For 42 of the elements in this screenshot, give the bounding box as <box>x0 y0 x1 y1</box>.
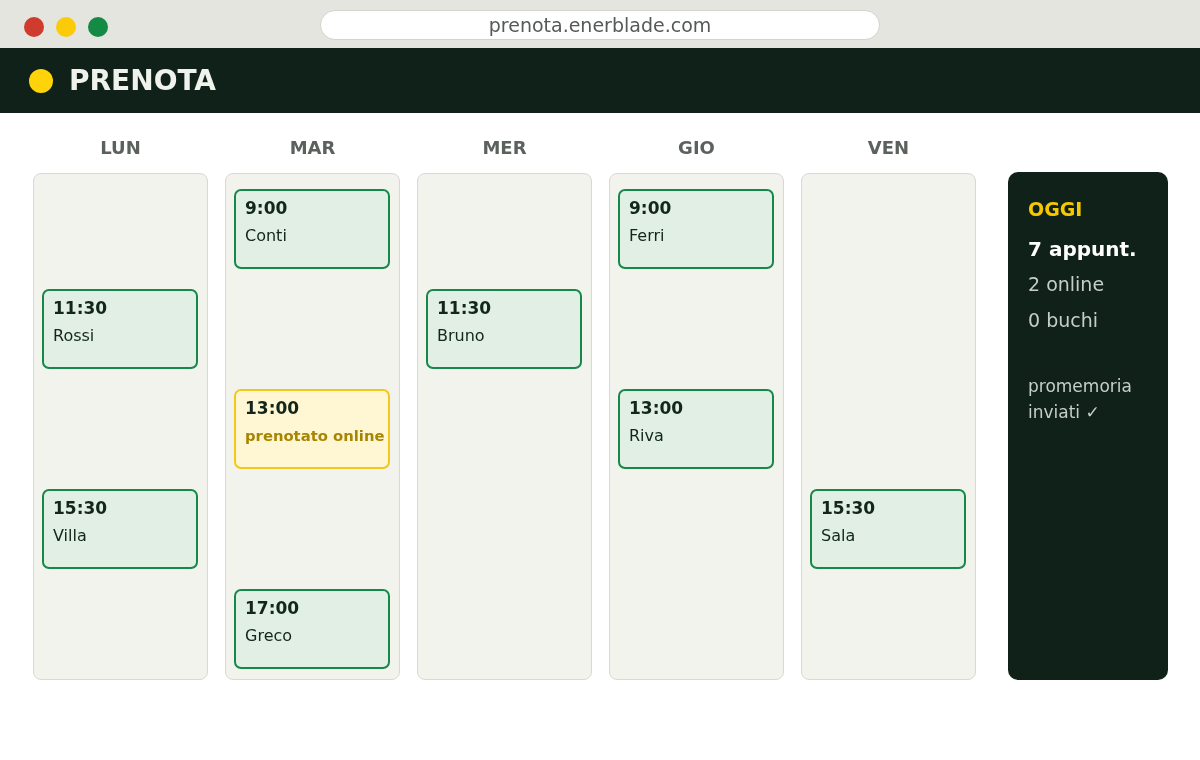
appointment-count: 7 appunt. <box>1028 237 1138 261</box>
appointment-card[interactable]: 11:30 Bruno <box>426 289 582 369</box>
appointment-card[interactable]: 11:30 Rossi <box>42 289 198 369</box>
appointment-time: 15:30 <box>53 498 108 518</box>
day-label: MAR <box>288 136 337 160</box>
day-label: GIO <box>677 136 716 160</box>
appointment-card[interactable]: 13:00 prenotato online <box>234 389 390 469</box>
appointment-time: 11:30 <box>437 298 492 318</box>
appointment-time: 17:00 <box>245 598 300 618</box>
appointment-card[interactable]: 9:00 Conti <box>234 189 390 269</box>
window-close-icon[interactable] <box>24 17 44 37</box>
appointment-time: 15:30 <box>821 498 876 518</box>
appointment-name: Villa <box>53 526 87 546</box>
appointment-name: Ferri <box>629 226 665 246</box>
appointment-name: Greco <box>245 626 293 646</box>
day-label: LUN <box>99 136 142 160</box>
window-maximize-icon[interactable] <box>88 17 108 37</box>
appointment-card[interactable]: 9:00 Ferri <box>618 189 774 269</box>
appointment-card[interactable]: 17:00 Greco <box>234 589 390 669</box>
appointment-card[interactable]: 13:00 Riva <box>618 389 774 469</box>
appointment-name: Sala <box>821 526 856 546</box>
summary-title: OGGI <box>1028 197 1084 221</box>
appointment-time: 13:00 <box>245 398 300 418</box>
gap-count: 0 buchi <box>1028 308 1099 332</box>
day-label: MER <box>481 136 528 160</box>
online-booking-label: prenotato online <box>245 426 385 446</box>
logo-dot-icon <box>29 68 53 93</box>
online-count: 2 online <box>1028 272 1106 296</box>
appointment-name: Conti <box>245 226 287 246</box>
appointment-time: 13:00 <box>629 398 684 418</box>
appointment-time: 11:30 <box>53 298 108 318</box>
appointment-card[interactable]: 15:30 Villa <box>42 489 198 569</box>
appointment-name: Rossi <box>53 326 95 346</box>
appointment-card[interactable]: 15:30 Sala <box>810 489 966 569</box>
appointment-time: 9:00 <box>245 198 288 218</box>
app-title: PRENOTA <box>69 63 217 98</box>
appointment-name: Bruno <box>437 326 485 346</box>
appointment-name: Riva <box>629 426 664 446</box>
day-label: VEN <box>866 136 911 160</box>
appointment-time: 9:00 <box>629 198 672 218</box>
reminder-status: promemoria inviati ✓ <box>1028 375 1133 424</box>
address-bar[interactable]: prenota.enerblade.com <box>320 10 880 40</box>
